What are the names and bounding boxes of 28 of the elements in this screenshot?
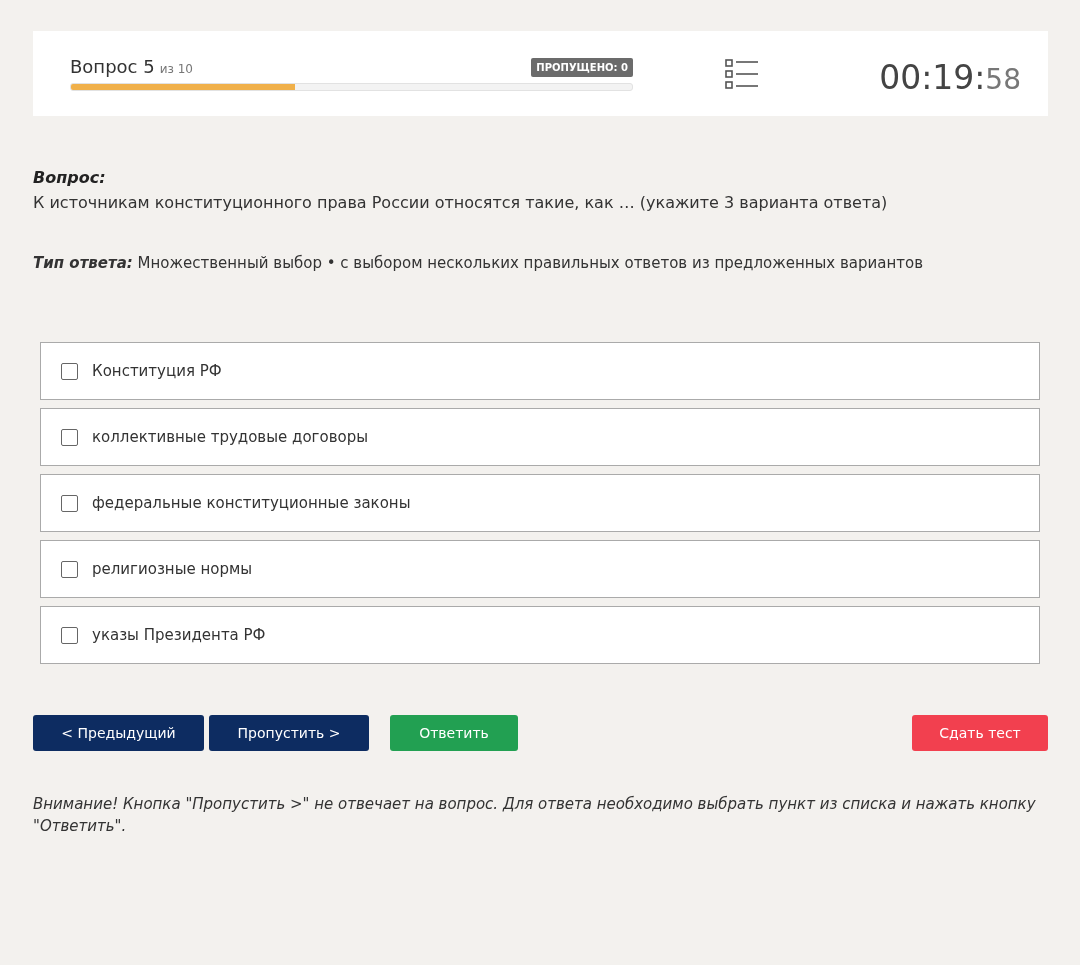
option-label: Конституция РФ xyxy=(92,362,222,380)
list-icon[interactable] xyxy=(725,58,759,89)
option-label: коллективные трудовые договоры xyxy=(92,428,369,446)
answer-option[interactable]: религиозные нормы xyxy=(40,540,1040,598)
option-label: федеральные конституционные законы xyxy=(92,494,411,512)
option-label: указы Президента РФ xyxy=(92,626,266,644)
checkbox[interactable] xyxy=(61,428,78,446)
answer-option[interactable]: федеральные конституционные законы xyxy=(40,474,1040,532)
answer-option[interactable]: Конституция РФ xyxy=(40,342,1040,400)
checkbox[interactable] xyxy=(61,626,78,644)
skipped-badge: ПРОПУЩЕНО: 0 xyxy=(531,58,633,77)
answer-option[interactable]: указы Президента РФ xyxy=(40,606,1040,664)
checkbox[interactable] xyxy=(61,362,78,380)
question-total: из 10 xyxy=(159,62,193,76)
timer: 00:19:58 xyxy=(879,58,1021,97)
question-label: Вопрос: xyxy=(33,168,107,187)
question-text: К источникам конституционного права России относятся такие, как … (укажите 3 варианта ответа) xyxy=(33,193,889,212)
checkbox[interactable] xyxy=(61,494,78,512)
answer-option[interactable]: коллективные трудовые договоры xyxy=(40,408,1040,466)
option-label: религиозные нормы xyxy=(92,560,253,578)
answer-type-label: Тип ответа: xyxy=(33,254,133,272)
previous-button[interactable]: < Предыдущий xyxy=(33,715,204,751)
question-counter: Вопрос 5 xyxy=(70,56,155,77)
finish-test-button[interactable]: Сдать тест xyxy=(912,715,1048,751)
notice-text: Внимание! Кнопка "Пропустить >" не отвечает на вопрос. Для ответа необходимо выбрать пункт из списка и нажать кнопку "Ответить". xyxy=(33,794,1037,837)
checkbox[interactable] xyxy=(61,560,78,578)
skip-button[interactable]: Пропустить > xyxy=(209,715,369,751)
answer-type-text: Множественный выбор • с выбором нескольких правильных ответов из предложенных вариантов xyxy=(137,254,924,272)
